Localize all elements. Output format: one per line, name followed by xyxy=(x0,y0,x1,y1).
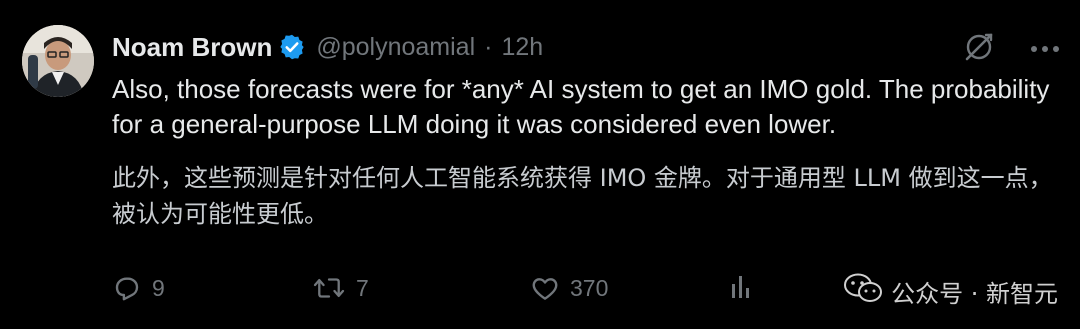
watermark: 公众号 · 新智元 xyxy=(843,272,1058,310)
views-icon xyxy=(730,272,754,305)
repost-button[interactable]: 7 xyxy=(312,273,530,303)
tweet-actions: 9 7 370 xyxy=(112,270,754,306)
timestamp[interactable]: 12h xyxy=(501,33,543,62)
reply-count: 9 xyxy=(152,274,165,301)
heart-icon xyxy=(530,273,560,303)
author-name[interactable]: Noam Brown xyxy=(112,32,272,63)
separator-dot: · xyxy=(484,32,493,61)
verified-badge-icon[interactable] xyxy=(278,33,306,61)
repost-icon xyxy=(312,273,346,303)
more-icon[interactable] xyxy=(1030,41,1060,59)
like-button[interactable]: 370 xyxy=(530,273,730,303)
tweet-top-actions xyxy=(962,30,1060,69)
watermark-text: 公众号 · 新智元 xyxy=(891,279,1058,308)
tweet-translation: 此外，这些预测是针对任何人工智能系统获得 IMO 金牌。对于通用型 LLM 做到… xyxy=(112,164,1053,228)
wechat-icon xyxy=(843,272,883,310)
avatar-image xyxy=(22,25,94,97)
reply-icon xyxy=(112,273,142,303)
tweet-text: Also, those forecasts were for *any* AI … xyxy=(112,74,1050,139)
views-button[interactable] xyxy=(730,272,754,305)
tweet-header: Noam Brown @polynoamial · 12h xyxy=(112,30,543,64)
avatar[interactable] xyxy=(22,25,94,97)
reply-button[interactable]: 9 xyxy=(112,273,312,303)
author-handle[interactable]: @polynoamial xyxy=(316,33,475,62)
like-count: 370 xyxy=(570,274,609,301)
repost-count: 7 xyxy=(356,274,369,301)
grok-icon[interactable] xyxy=(962,30,996,69)
